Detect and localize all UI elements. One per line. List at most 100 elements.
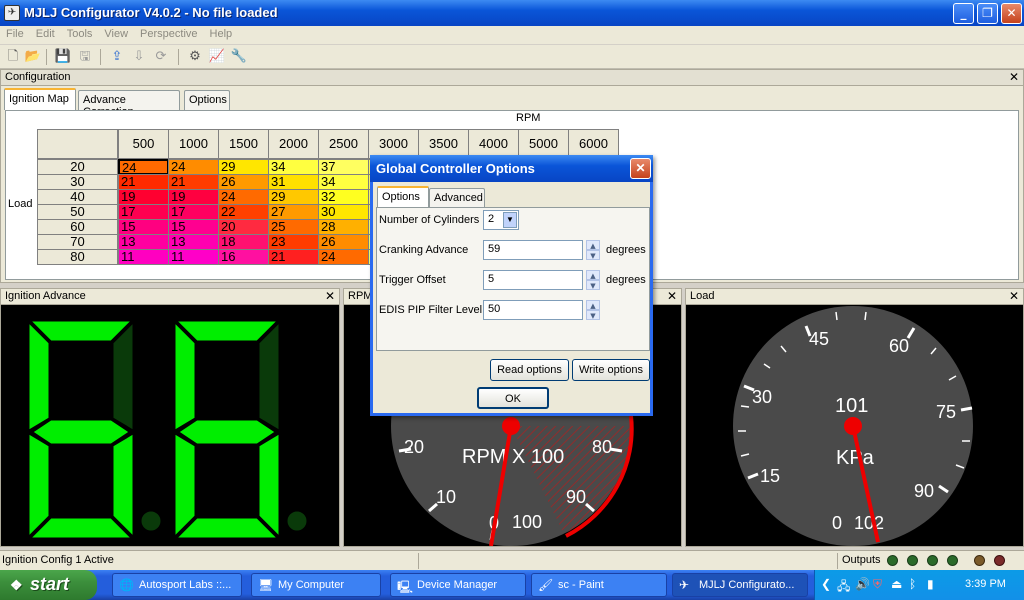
spin-up-icon[interactable]: ▲ (586, 240, 600, 250)
map-cell[interactable]: 15 (168, 219, 219, 235)
close-icon[interactable]: ✕ (1009, 289, 1019, 303)
settings-icon[interactable]: ⚙ (186, 48, 204, 66)
map-cell[interactable]: 11 (168, 249, 219, 265)
read-options-button[interactable]: Read options (490, 359, 569, 381)
load-row-header[interactable]: 60 (37, 219, 118, 235)
map-cell[interactable]: 17 (168, 204, 219, 220)
tab-options[interactable]: Options (184, 90, 230, 110)
menu-help[interactable]: Help (204, 26, 239, 42)
clock[interactable]: 3:39 PM (965, 578, 1006, 590)
map-cell[interactable]: 24 (218, 189, 269, 205)
cylinders-select[interactable]: 2 ▼ (483, 210, 519, 230)
rpm-header-cell[interactable]: 500 (118, 129, 169, 159)
spin-up-icon[interactable]: ▲ (586, 270, 600, 280)
map-cell[interactable]: 11 (118, 249, 169, 265)
close-icon[interactable]: ✕ (325, 289, 335, 303)
task-autosport-labs[interactable]: 🌐 Autosport Labs ::... (112, 573, 242, 597)
map-cell[interactable]: 19 (168, 189, 219, 205)
edis-pip-spinner[interactable]: ▲ ▼ (586, 300, 600, 320)
spin-up-icon[interactable]: ▲ (586, 300, 600, 310)
tab-dialog-advanced[interactable]: Advanced (429, 188, 485, 208)
map-cell[interactable]: 28 (318, 219, 369, 235)
tab-ignition-map[interactable]: Ignition Map (4, 88, 76, 110)
map-cell[interactable]: 18 (218, 234, 269, 250)
menu-tools[interactable]: Tools (61, 26, 99, 42)
dialog-title-bar[interactable]: Global Controller Options ✕ (370, 155, 653, 182)
menu-file[interactable]: File (0, 26, 30, 42)
chevron-down-icon[interactable]: ▼ (503, 212, 517, 228)
map-cell[interactable]: 34 (268, 159, 319, 175)
save-as-icon[interactable]: 🖫 (76, 48, 94, 66)
map-cell[interactable]: 21 (118, 174, 169, 190)
bluetooth-icon[interactable]: ᛒ (909, 577, 916, 591)
rpm-header-cell[interactable]: 1000 (168, 129, 219, 159)
map-cell[interactable]: 24 (118, 159, 169, 175)
ok-button[interactable]: OK (477, 387, 549, 409)
volume-icon[interactable]: 🔊 (855, 577, 870, 591)
spin-down-icon[interactable]: ▼ (586, 280, 600, 290)
map-cell[interactable]: 26 (218, 174, 269, 190)
load-row-header[interactable]: 70 (37, 234, 118, 250)
map-cell[interactable]: 20 (218, 219, 269, 235)
menu-view[interactable]: View (98, 26, 134, 42)
restore-button[interactable]: ❐ (977, 3, 998, 24)
map-cell[interactable]: 22 (218, 204, 269, 220)
write-options-button[interactable]: Write options (572, 359, 650, 381)
load-row-header[interactable]: 40 (37, 189, 118, 205)
map-cell[interactable]: 19 (118, 189, 169, 205)
new-file-icon[interactable]: 🗋 (4, 48, 22, 66)
map-cell[interactable]: 21 (168, 174, 219, 190)
spin-down-icon[interactable]: ▼ (586, 310, 600, 320)
task-device-manager[interactable]: 🖳 Device Manager (390, 573, 526, 597)
save-icon[interactable]: 💾 (54, 48, 72, 66)
edis-pip-input[interactable]: 50 (483, 300, 583, 320)
load-row-header[interactable]: 30 (37, 174, 118, 190)
map-cell[interactable]: 15 (118, 219, 169, 235)
tab-advance-correction[interactable]: Advance Correction (78, 90, 180, 118)
map-cell[interactable]: 16 (218, 249, 269, 265)
map-cell[interactable]: 21 (268, 249, 319, 265)
map-cell[interactable]: 24 (318, 249, 369, 265)
cranking-advance-input[interactable]: 59 (483, 240, 583, 260)
load-row-header[interactable]: 80 (37, 249, 118, 265)
tab-dialog-options[interactable]: Options (377, 186, 429, 208)
upload-icon[interactable]: ⇪ (108, 48, 126, 66)
rpm-header-cell[interactable]: 2500 (318, 129, 369, 159)
close-button[interactable]: ✕ (1001, 3, 1022, 24)
chevron-left-icon[interactable]: ❮ (821, 577, 831, 591)
trigger-offset-spinner[interactable]: ▲ ▼ (586, 270, 600, 290)
load-row-header[interactable]: 20 (37, 159, 118, 175)
app-icon[interactable]: ✈ (4, 5, 20, 21)
load-row-header[interactable]: 50 (37, 204, 118, 220)
battery-icon[interactable]: ▮ (927, 577, 934, 591)
map-cell[interactable]: 34 (318, 174, 369, 190)
minimize-button[interactable]: _ (953, 3, 974, 24)
map-cell[interactable]: 31 (268, 174, 319, 190)
dialog-close-button[interactable]: ✕ (630, 158, 651, 179)
rpm-header-cell[interactable]: 2000 (268, 129, 319, 159)
download-icon[interactable]: ⇩ (130, 48, 148, 66)
close-icon[interactable]: ✕ (667, 289, 677, 303)
security-icon[interactable]: ⛨ (873, 577, 882, 592)
task-mjlj-configurator[interactable]: ✈ MJLJ Configurato... (672, 573, 808, 597)
map-cell[interactable]: 30 (318, 204, 369, 220)
title-bar[interactable]: ✈ MJLJ Configurator V4.0.2 - No file loa… (0, 0, 1024, 26)
task-my-computer[interactable]: 🖥 My Computer (251, 573, 381, 597)
map-cell[interactable]: 32 (318, 189, 369, 205)
menu-edit[interactable]: Edit (30, 26, 61, 42)
rpm-header-cell[interactable]: 1500 (218, 129, 269, 159)
chart-icon[interactable]: 📈 (208, 48, 226, 66)
refresh-icon[interactable]: ⟳ (152, 48, 170, 66)
map-cell[interactable]: 23 (268, 234, 319, 250)
map-cell[interactable]: 37 (318, 159, 369, 175)
network-icon[interactable]: 🖧 (837, 577, 850, 598)
cranking-advance-spinner[interactable]: ▲ ▼ (586, 240, 600, 260)
map-cell[interactable]: 29 (218, 159, 269, 175)
trigger-offset-input[interactable]: 5 (483, 270, 583, 290)
map-cell[interactable]: 17 (118, 204, 169, 220)
spin-down-icon[interactable]: ▼ (586, 250, 600, 260)
close-icon[interactable]: ✕ (1009, 70, 1019, 84)
wrench-icon[interactable]: 🔧 (230, 48, 248, 66)
open-folder-icon[interactable]: 📂 (24, 48, 42, 66)
map-cell[interactable]: 13 (168, 234, 219, 250)
